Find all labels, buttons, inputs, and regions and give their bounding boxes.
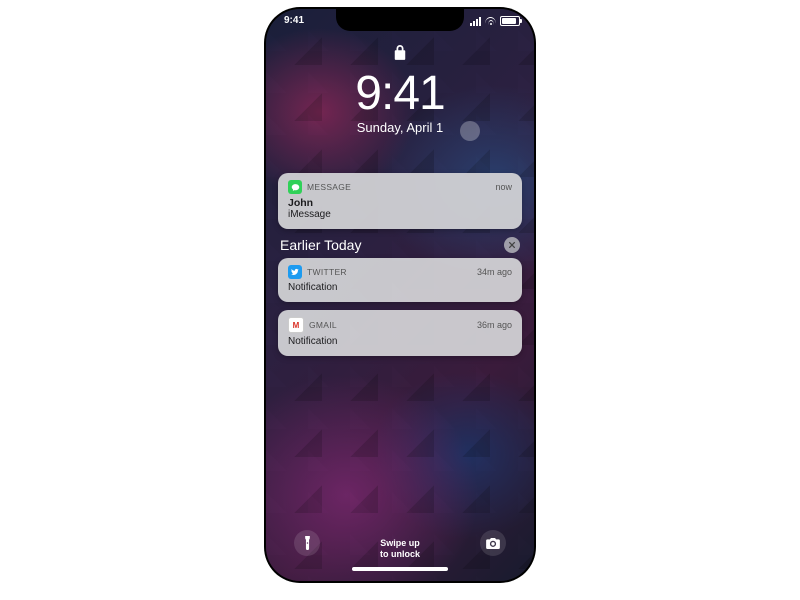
lock-icon bbox=[266, 43, 534, 66]
gmail-app-icon: M bbox=[288, 317, 304, 333]
notification-card[interactable]: MESSAGE now John iMessage bbox=[278, 173, 522, 229]
clear-notifications-button[interactable] bbox=[504, 237, 520, 253]
status-time: 9:41 bbox=[284, 15, 304, 26]
cellular-signal-icon bbox=[470, 17, 481, 26]
messages-app-icon bbox=[288, 180, 302, 194]
notification-card[interactable]: TWITTER 34m ago Notification bbox=[278, 258, 522, 302]
phone-frame: 9:41 9:41 Sunday, April 1 bbox=[266, 9, 534, 581]
home-indicator[interactable] bbox=[352, 567, 448, 571]
clock-time: 9:41 bbox=[266, 70, 534, 118]
wifi-icon bbox=[485, 17, 496, 25]
status-bar: 9:41 bbox=[266, 15, 534, 31]
notification-preview: Notification bbox=[288, 282, 512, 293]
notification-preview: iMessage bbox=[288, 209, 512, 220]
notification-preview: Notification bbox=[288, 336, 512, 347]
notification-time: 34m ago bbox=[477, 267, 512, 277]
camera-button[interactable] bbox=[480, 530, 506, 556]
notification-time: 36m ago bbox=[477, 320, 512, 330]
flashlight-button[interactable] bbox=[294, 530, 320, 556]
notification-time: now bbox=[495, 182, 512, 192]
app-name: TWITTER bbox=[307, 267, 347, 277]
notification-card[interactable]: M GMAIL 36m ago Notification bbox=[278, 310, 522, 356]
app-name: GMAIL bbox=[309, 320, 337, 330]
earlier-section-label: Earlier Today bbox=[280, 237, 361, 253]
clock-date: Sunday, April 1 bbox=[266, 120, 534, 135]
swipe-up-hint[interactable]: Swipe up to unlock bbox=[380, 538, 420, 559]
battery-icon bbox=[500, 16, 520, 26]
app-name: MESSAGE bbox=[307, 182, 351, 192]
live-activity-dot bbox=[460, 121, 480, 141]
notifications-area[interactable]: MESSAGE now John iMessage Earlier Today bbox=[278, 173, 522, 364]
twitter-app-icon bbox=[288, 265, 302, 279]
notification-sender: John bbox=[288, 197, 512, 209]
